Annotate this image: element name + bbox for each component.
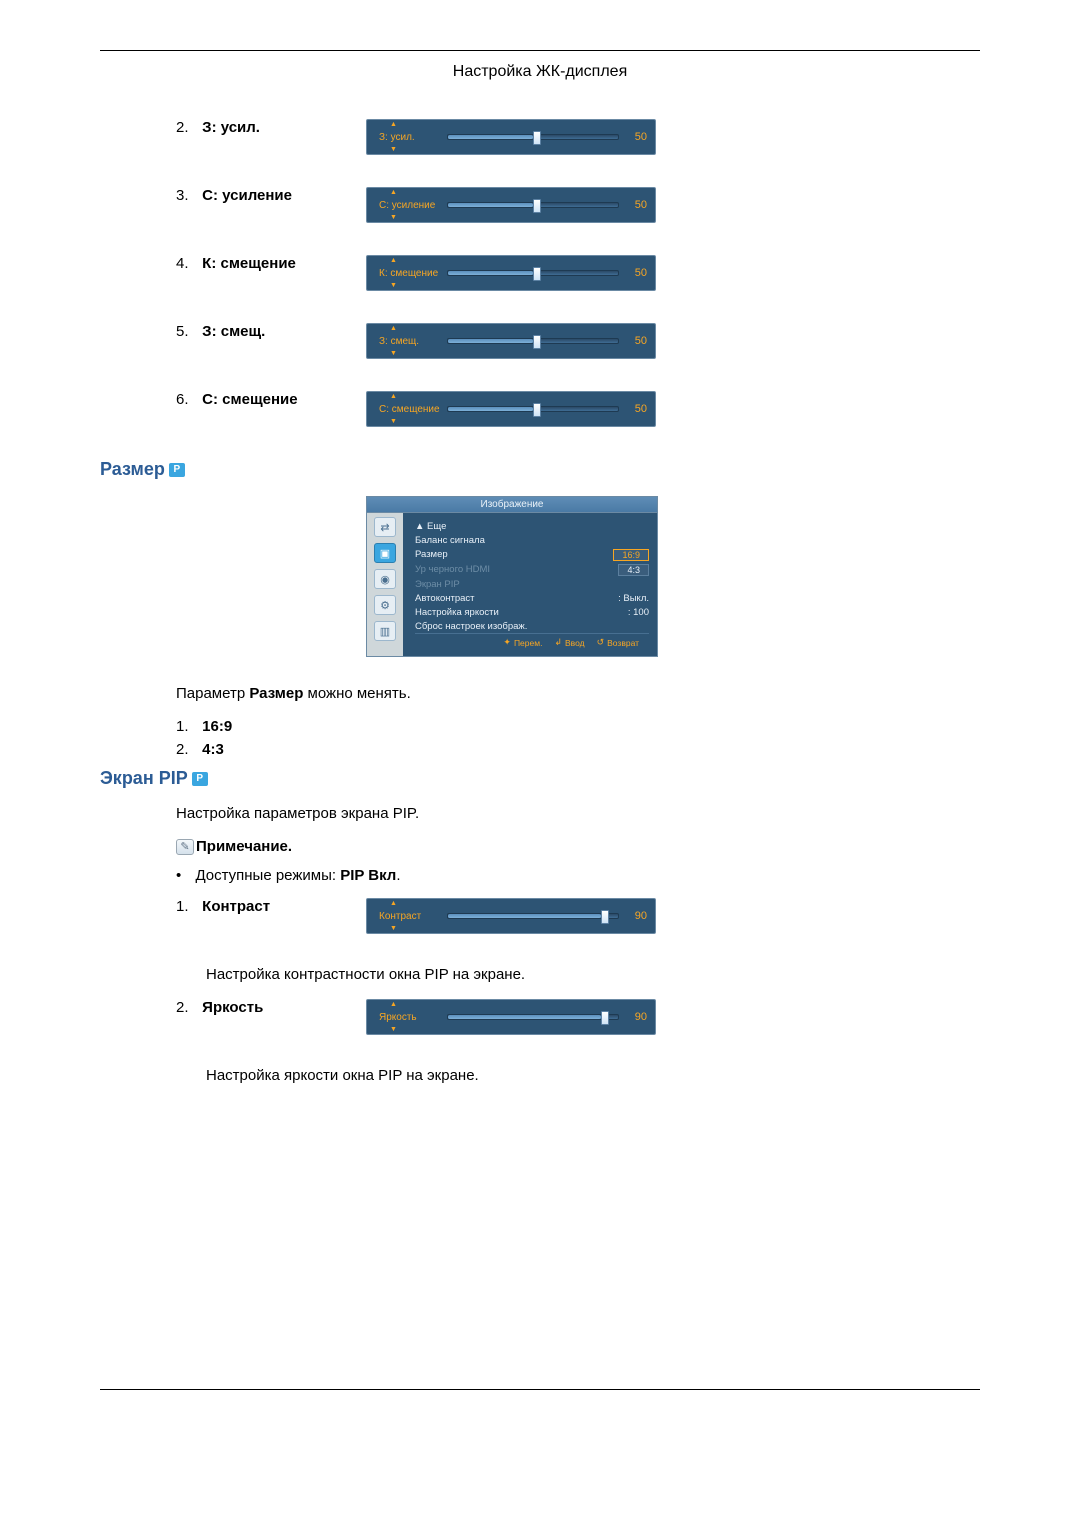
item-num: 1.	[176, 898, 198, 915]
osd-sidebar: ⇄ ▣ ◉ ⚙ ▥	[367, 513, 403, 656]
row-k-smeshenie: 4. К: смещение К: смещение 50	[176, 255, 980, 291]
slider-z-usil[interactable]: З: усил. 50	[366, 119, 656, 155]
item-label: К: смещение	[202, 255, 296, 272]
slider-value: 50	[619, 403, 647, 415]
slider-value: 50	[619, 335, 647, 347]
pip-modes-bullet: Доступные режимы: PIP Вкл.	[176, 867, 980, 884]
row-s-usilenie: 3. С: усиление С: усиление 50	[176, 187, 980, 223]
brightness-description: Настройка яркости окна PIP на экране.	[206, 1067, 980, 1084]
slider-track[interactable]	[447, 338, 619, 344]
slider-label: С: смещение	[377, 404, 447, 415]
section-heading-pip: Экран PIP P	[100, 768, 980, 789]
osd-tab-picture-icon[interactable]: ▣	[374, 543, 396, 563]
slider-label: Яркость	[377, 1012, 447, 1023]
slider-thumb[interactable]	[601, 1011, 609, 1025]
item-num: 3.	[176, 187, 198, 204]
pip-intro: Настройка параметров экрана PIP.	[176, 805, 980, 822]
item-num: 2.	[176, 999, 198, 1016]
slider-track[interactable]	[447, 202, 619, 208]
osd-tab-setup-icon[interactable]: ⚙	[374, 595, 396, 615]
osd-list: ▲ Еще Баланс сигнала Размер16:9 Ур черно…	[403, 513, 657, 656]
osd-item-size[interactable]: Размер16:9	[415, 547, 649, 562]
slider-k-smeshenie[interactable]: К: смещение 50	[366, 255, 656, 291]
slider-label: З: смещ.	[377, 336, 447, 347]
slider-label: Контраст	[377, 911, 447, 922]
slider-s-usilenie[interactable]: С: усиление 50	[366, 187, 656, 223]
p-icon: P	[192, 772, 208, 786]
row-z-smesh: 5. З: смещ. З: смещ. 50	[176, 323, 980, 359]
slider-value: 50	[619, 199, 647, 211]
item-label: Яркость	[202, 999, 263, 1016]
slider-track[interactable]	[447, 1014, 619, 1020]
slider-thumb[interactable]	[533, 335, 541, 349]
slider-value: 90	[619, 1011, 647, 1023]
osd-item-signal-balance[interactable]: Баланс сигнала	[415, 533, 649, 547]
row-contrast: 1. Контраст Контраст 90	[176, 898, 980, 934]
item-num: 4.	[176, 255, 198, 272]
heading-text: Экран PIP	[100, 768, 188, 789]
osd-footer-return: ↺Возврат	[597, 637, 639, 648]
item-num: 5.	[176, 323, 198, 340]
slider-thumb[interactable]	[533, 403, 541, 417]
heading-text: Размер	[100, 459, 165, 480]
slider-value: 50	[619, 267, 647, 279]
slider-value: 90	[619, 910, 647, 922]
row-brightness: 2. Яркость Яркость 90	[176, 999, 980, 1035]
osd-footer-move: ✦Перем.	[503, 637, 542, 648]
item-label: Контраст	[202, 898, 270, 915]
osd-item-reset-picture[interactable]: Сброс настроек изображ.	[415, 619, 649, 633]
item-label: С: усиление	[202, 187, 292, 204]
osd-footer-enter: ↲Ввод	[554, 637, 584, 648]
slider-value: 50	[619, 131, 647, 143]
note-line: ✎ Примечание.	[176, 838, 980, 855]
size-description: Параметр Размер можно менять.	[176, 685, 980, 702]
osd-item-hdmi-black: Ур черного HDMI4:3	[415, 562, 649, 577]
contrast-description: Настройка контрастности окна PIP на экра…	[206, 966, 980, 983]
slider-track[interactable]	[447, 270, 619, 276]
osd-item-pip-screen: Экран PIP	[415, 577, 649, 591]
size-option-16-9: 1. 16:9	[176, 718, 980, 735]
slider-thumb[interactable]	[533, 131, 541, 145]
slider-contrast[interactable]: Контраст 90	[366, 898, 656, 934]
slider-s-smeshenie[interactable]: С: смещение 50	[366, 391, 656, 427]
slider-track[interactable]	[447, 913, 619, 919]
slider-label: С: усиление	[377, 200, 447, 211]
slider-brightness[interactable]: Яркость 90	[366, 999, 656, 1035]
osd-tab-sound-icon[interactable]: ◉	[374, 569, 396, 589]
osd-tab-input-icon[interactable]: ⇄	[374, 517, 396, 537]
osd-footer: ✦Перем. ↲Ввод ↺Возврат	[415, 633, 649, 652]
section-heading-size: Размер P	[100, 459, 980, 480]
slider-track[interactable]	[447, 134, 619, 140]
item-label: С: смещение	[202, 391, 297, 408]
osd-item-brightness-adj[interactable]: Настройка яркости: 100	[415, 605, 649, 619]
osd-title: Изображение	[367, 497, 657, 513]
slider-thumb[interactable]	[601, 910, 609, 924]
item-num: 6.	[176, 391, 198, 408]
row-s-smeshenie: 6. С: смещение С: смещение 50	[176, 391, 980, 427]
slider-z-smesh[interactable]: З: смещ. 50	[366, 323, 656, 359]
slider-track[interactable]	[447, 406, 619, 412]
osd-tab-multi-icon[interactable]: ▥	[374, 621, 396, 641]
note-label: Примечание.	[196, 838, 292, 855]
item-label: З: усил.	[202, 119, 260, 136]
osd-item-more[interactable]: ▲ Еще	[415, 519, 649, 533]
row-z-usil: 2. З: усил. З: усил. 50	[176, 119, 980, 155]
size-option-4-3: 2. 4:3	[176, 741, 980, 758]
item-label: З: смещ.	[202, 323, 265, 340]
slider-thumb[interactable]	[533, 267, 541, 281]
osd-item-autocontrast[interactable]: Автоконтраст: Выкл.	[415, 591, 649, 605]
slider-label: З: усил.	[377, 132, 447, 143]
slider-label: К: смещение	[377, 268, 447, 279]
osd-menu-size: Изображение ⇄ ▣ ◉ ⚙ ▥ ▲ Еще Баланс сигна…	[366, 496, 658, 657]
item-num: 2.	[176, 119, 198, 136]
note-icon: ✎	[176, 839, 194, 855]
p-icon: P	[169, 463, 185, 477]
slider-thumb[interactable]	[533, 199, 541, 213]
page-title: Настройка ЖК-дисплея	[100, 63, 980, 81]
